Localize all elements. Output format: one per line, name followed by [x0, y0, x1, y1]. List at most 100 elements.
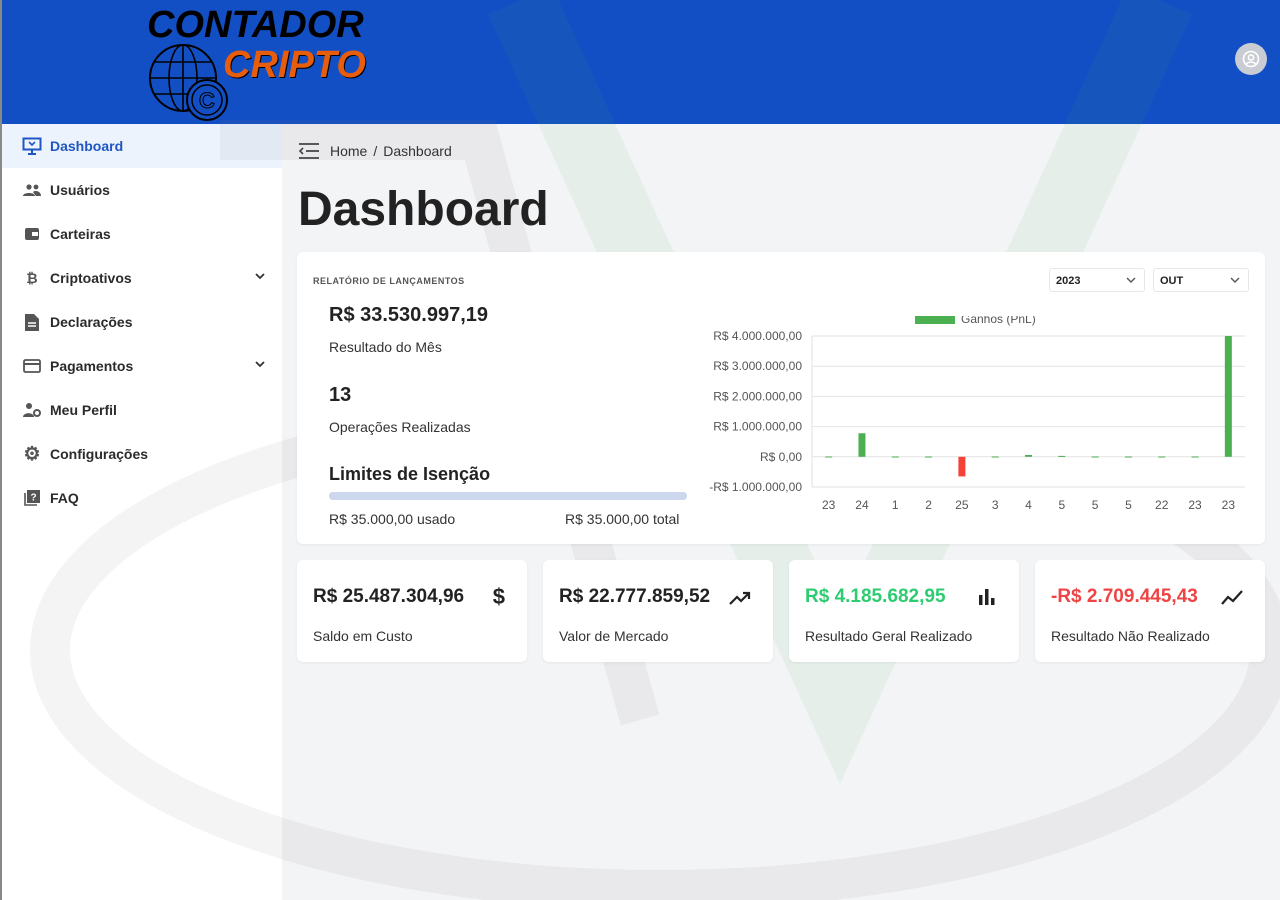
- sidebar-item-declaracoes[interactable]: Declarações: [2, 300, 282, 344]
- x-tick-label: 5: [1125, 498, 1132, 512]
- report-label: RELATÓRIO DE LANÇAMENTOS: [313, 276, 465, 286]
- report-card: RELATÓRIO DE LANÇAMENTOS R$ 33.530.997,1…: [297, 252, 1265, 544]
- app-header: CONTADOR C CRIPTO: [0, 0, 1280, 124]
- x-tick-label: 23: [822, 498, 836, 512]
- monitor-icon: [22, 136, 42, 156]
- globe-coin-icon: C: [149, 44, 228, 121]
- limit-total: R$ 35.000,00 total: [565, 511, 680, 527]
- x-tick-label: 24: [855, 498, 869, 512]
- stat-label: Saldo em Custo: [313, 628, 413, 644]
- wallet-icon: [22, 224, 42, 244]
- logo-text-top: CONTADOR: [147, 4, 364, 46]
- operations-label: Operações Realizadas: [329, 419, 471, 435]
- logo-text-bottom: CRIPTO: [223, 44, 366, 86]
- sidebar-item-label: Carteiras: [50, 226, 111, 242]
- y-tick-label: R$ 4.000.000,00: [713, 329, 802, 343]
- x-tick-label: 3: [992, 498, 999, 512]
- bar: [1158, 456, 1166, 458]
- operations-value: 13: [329, 384, 352, 406]
- sidebar: Dashboard Usuários Carteiras ₿ Criptoativ…: [0, 124, 282, 900]
- month-select-value: OUT: [1160, 275, 1184, 287]
- stat-card-saldo-custo: R$ 25.487.304,96 $ Saldo em Custo: [297, 560, 527, 662]
- stat-card-resultado-realizado: R$ 4.185.682,95 Resultado Geral Realizad…: [789, 560, 1019, 662]
- bar-chart-icon: [979, 589, 995, 605]
- y-tick-label: R$ 1.000.000,00: [713, 420, 802, 434]
- y-tick-label: R$ 0,00: [760, 450, 802, 464]
- legend-swatch: [915, 316, 955, 324]
- bar: [991, 456, 999, 458]
- chevron-down-icon: [1230, 277, 1240, 283]
- stat-card-resultado-nao-realizado: -R$ 2.709.445,43 Resultado Não Realizado: [1035, 560, 1265, 662]
- sidebar-item-label: Configurações: [50, 446, 149, 462]
- year-select-value: 2023: [1056, 275, 1081, 287]
- limit-used: R$ 35.000,00 usado: [329, 511, 456, 527]
- sidebar-item-label: Declarações: [50, 314, 133, 330]
- bitcoin-icon: ₿: [26, 270, 38, 286]
- stat-card-valor-mercado: R$ 22.777.859,52 Valor de Mercado: [543, 560, 773, 662]
- limits-title: Limites de Isenção: [329, 464, 491, 484]
- year-select[interactable]: 2023: [1049, 268, 1145, 292]
- menu-collapse-icon[interactable]: [298, 142, 320, 160]
- bar: [1025, 454, 1032, 457]
- x-tick-label: 23: [1222, 498, 1236, 512]
- line-chart-icon: [1221, 590, 1243, 605]
- month-select[interactable]: OUT: [1153, 268, 1249, 292]
- bar: [1058, 455, 1066, 457]
- sidebar-item-label: Usuários: [50, 182, 110, 198]
- sidebar-item-usuarios[interactable]: Usuários: [2, 168, 282, 212]
- x-tick-label: 5: [1058, 498, 1065, 512]
- x-tick-label: 5: [1092, 498, 1099, 512]
- svg-text:C: C: [199, 88, 215, 113]
- sidebar-item-label: Meu Perfil: [50, 402, 117, 418]
- sidebar-item-dashboard[interactable]: Dashboard: [2, 124, 282, 168]
- pnl-chart: Ganhos (PnL) R$ 4.000.000,00 R$ 3.000.000,…: [709, 316, 1245, 512]
- bar: [825, 456, 833, 458]
- sidebar-item-criptoativos[interactable]: ₿ Criptoativos: [2, 256, 282, 300]
- y-tick-label: -R$ 1.000.000,00: [709, 480, 802, 494]
- breadcrumb: Home / Dashboard: [298, 142, 452, 160]
- bar: [1224, 336, 1232, 457]
- bar: [925, 456, 933, 458]
- stat-value: R$ 22.777.859,52: [559, 586, 711, 607]
- x-tick-label: 25: [955, 498, 969, 512]
- sidebar-item-configuracoes[interactable]: ⚙ Configurações: [2, 432, 282, 476]
- y-tick-label: R$ 3.000.000,00: [713, 359, 802, 373]
- stat-value: R$ 4.185.682,95: [805, 586, 946, 607]
- chevron-down-icon: [1126, 277, 1136, 283]
- sidebar-item-pagamentos[interactable]: Pagamentos: [2, 344, 282, 388]
- bar: [891, 456, 899, 458]
- breadcrumb-current: Dashboard: [383, 143, 452, 159]
- legend-label: Ganhos (PnL): [961, 316, 1036, 326]
- page-title: Dashboard: [298, 183, 549, 236]
- bar: [1191, 456, 1199, 458]
- month-result-value: R$ 33.530.997,19: [329, 304, 489, 326]
- main-content: Home / Dashboard Dashboard RELATÓRIO DE …: [282, 124, 1280, 900]
- sidebar-item-carteiras[interactable]: Carteiras: [2, 212, 282, 256]
- x-tick-label: 4: [1025, 498, 1032, 512]
- sidebar-item-label: Criptoativos: [50, 270, 132, 286]
- bar: [958, 456, 966, 477]
- bar: [858, 433, 866, 457]
- x-tick-label: 1: [892, 498, 899, 512]
- trending-up-icon: [729, 591, 751, 605]
- stat-label: Valor de Mercado: [559, 628, 669, 644]
- bar: [1124, 456, 1132, 458]
- user-avatar-button[interactable]: [1235, 43, 1267, 75]
- help-icon: ?: [22, 488, 42, 508]
- sidebar-item-faq[interactable]: ? FAQ: [2, 476, 282, 520]
- dollar-icon: $: [492, 584, 505, 609]
- sidebar-item-label: FAQ: [50, 490, 79, 506]
- chevron-down-icon[interactable]: [254, 270, 266, 282]
- sidebar-item-meu-perfil[interactable]: Meu Perfil: [2, 388, 282, 432]
- limit-progress-bar: [329, 492, 687, 500]
- bar: [1091, 456, 1099, 458]
- svg-text:?: ?: [31, 493, 37, 504]
- sidebar-item-label: Pagamentos: [50, 358, 134, 374]
- chevron-down-icon[interactable]: [254, 358, 266, 370]
- logo[interactable]: CONTADOR C CRIPTO: [145, 4, 405, 122]
- y-tick-label: R$ 2.000.000,00: [713, 389, 802, 403]
- users-icon: [22, 180, 42, 200]
- breadcrumb-home[interactable]: Home: [330, 143, 367, 159]
- stat-value: R$ 25.487.304,96: [313, 586, 465, 607]
- breadcrumb-separator: /: [373, 143, 378, 159]
